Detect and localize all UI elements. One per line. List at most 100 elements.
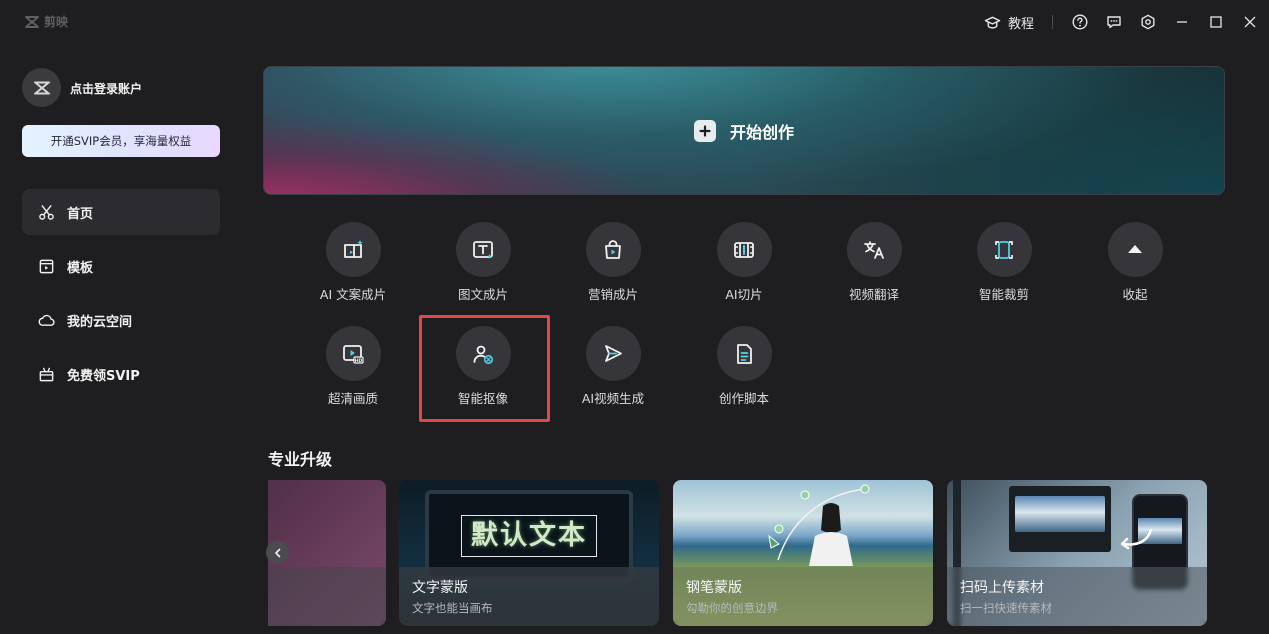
preview-text: 默认文本 (471, 520, 587, 551)
sidebar-item-label: 模板 (67, 260, 94, 276)
minimize-button[interactable] (1165, 0, 1199, 44)
tool-icon-wrap (585, 222, 641, 277)
help-icon (1072, 14, 1088, 30)
tool-label: 收起 (1122, 287, 1148, 302)
sidebar-item-label: 免费领SVIP (67, 368, 140, 384)
sidebar-item-label: 首页 (67, 206, 94, 222)
translate-icon (864, 240, 884, 259)
card-title: 扫码上传素材 (960, 580, 1044, 596)
login-link[interactable]: 点击登录账户 (70, 80, 142, 97)
tool-icon-wrap (716, 326, 772, 381)
card-title: 钢笔蒙版 (686, 580, 742, 596)
message-icon (1107, 16, 1121, 29)
tool-label: 营销成片 (587, 287, 638, 302)
gear-icon (1141, 14, 1155, 30)
card-subtitle: 勾勒你的创意边界 (686, 601, 778, 615)
gift-icon (39, 367, 54, 381)
tool-collapse[interactable]: 收起 (1075, 222, 1195, 303)
shopping-bag-play-icon (605, 239, 621, 259)
highlight-box (419, 315, 550, 422)
carousel-prev-button[interactable] (266, 541, 289, 564)
sidebar-item-label: 我的云空间 (67, 314, 133, 330)
capcut-logo-icon (25, 15, 39, 28)
sidebar-item-templates[interactable]: 模板 (22, 243, 220, 289)
tool-icon-wrap (1107, 222, 1163, 277)
divider (1052, 15, 1053, 29)
script-document-icon (737, 343, 752, 364)
card-subtitle: 文字也能当画布 (412, 601, 493, 615)
tool-icon-wrap (585, 326, 641, 381)
feedback-button[interactable] (1097, 0, 1131, 44)
app-name: 剪映 (44, 15, 69, 29)
tool-smart-crop[interactable]: 智能裁剪 (944, 222, 1064, 303)
tool-hd-quality[interactable]: HD 超清画质 (293, 326, 413, 407)
start-creating-label: 开始创作 (729, 122, 794, 142)
card-caption: 文字蒙版 文字也能当画布 (399, 567, 659, 626)
chevron-left-icon (274, 548, 280, 557)
tool-label: 图文成片 (457, 287, 508, 302)
app-logo: 剪映 (24, 13, 68, 30)
tool-label: 视频翻译 (848, 287, 899, 302)
feature-card-pen-mask[interactable]: 钢笔蒙版 勾勒你的创意边界 (673, 480, 933, 626)
settings-button[interactable] (1131, 0, 1165, 44)
tool-label: 超清画质 (327, 391, 378, 406)
close-button[interactable] (1233, 0, 1267, 44)
cloud-icon (38, 314, 55, 326)
sidebar-nav: 首页 模板 我的云空间 免费领SVIP (22, 189, 220, 405)
sidebar-item-free-svip[interactable]: 免费领SVIP (22, 351, 220, 397)
tutorial-label: 教程 (1007, 16, 1034, 32)
ai-video-generate-icon (605, 344, 622, 362)
feature-card-text-mask[interactable]: 默认文本 文字蒙版 文字也能当画布 (399, 480, 659, 626)
tool-label: AI视频生成 (581, 391, 645, 406)
feature-card-scan-upload[interactable]: 扫码上传素材 扫一扫快速传素材 (947, 480, 1207, 626)
graduation-cap-icon (984, 16, 1001, 29)
collapse-up-icon (1128, 244, 1142, 253)
capcut-avatar-icon (33, 81, 50, 94)
ai-clip-icon (734, 241, 754, 258)
laptop-screen (1009, 486, 1111, 552)
maximize-icon (1210, 16, 1222, 28)
tool-ai-clip[interactable]: AI切片 (684, 222, 804, 303)
section-title: 专业升级 (268, 450, 333, 469)
help-button[interactable] (1063, 0, 1097, 44)
tool-ai-script-video[interactable]: AI 文案成片 (293, 222, 413, 303)
start-creating-button[interactable]: 开始创作 (263, 66, 1225, 195)
tool-icon-wrap: HD (325, 326, 381, 381)
card-title: 文字蒙版 (412, 580, 468, 596)
tool-icon-wrap (976, 222, 1032, 277)
tool-label: 智能裁剪 (978, 287, 1029, 302)
avatar[interactable] (22, 68, 61, 107)
tool-label: AI 文案成片 (319, 287, 387, 302)
scissors-icon (39, 204, 54, 220)
card-caption (268, 567, 386, 626)
tool-label: AI切片 (725, 287, 763, 302)
tool-icon-wrap (325, 222, 381, 277)
svip-banner-button[interactable]: 开通SVIP会员，享海量权益 (22, 125, 220, 157)
card-subtitle: 扫一扫快速传素材 (960, 601, 1052, 615)
maximize-button[interactable] (1199, 0, 1233, 44)
sidebar-item-home[interactable]: 首页 (22, 189, 220, 235)
sidebar-item-cloud[interactable]: 我的云空间 (22, 297, 220, 343)
tool-icon-wrap (455, 222, 511, 277)
tool-script[interactable]: 创作脚本 (684, 326, 804, 407)
card-caption: 钢笔蒙版 勾勒你的创意边界 (673, 567, 933, 626)
tool-marketing-video[interactable]: 营销成片 (553, 222, 673, 303)
screen-preview (1015, 496, 1105, 532)
text-image-video-icon (473, 240, 493, 259)
svg-text:HD: HD (355, 357, 363, 363)
tool-label: 创作脚本 (718, 391, 769, 406)
minimize-icon (1177, 21, 1187, 23)
transfer-arrow-icon (1120, 528, 1153, 550)
tool-icon-wrap (716, 222, 772, 277)
smart-crop-icon (995, 240, 1013, 259)
title-bar: 剪映 教程 (0, 0, 1269, 44)
tool-ai-video-generate[interactable]: AI视频生成 (553, 326, 673, 407)
tutorial-button[interactable]: 教程 (984, 13, 1034, 32)
tool-video-translate[interactable]: 视频翻译 (814, 222, 934, 303)
hd-quality-icon: HD (343, 344, 364, 363)
close-icon (1244, 16, 1256, 28)
window-controls: 教程 (984, 0, 1269, 44)
tool-text-image-video[interactable]: 图文成片 (423, 222, 543, 303)
card-caption: 扫码上传素材 扫一扫快速传素材 (947, 567, 1207, 626)
template-icon (39, 259, 54, 273)
